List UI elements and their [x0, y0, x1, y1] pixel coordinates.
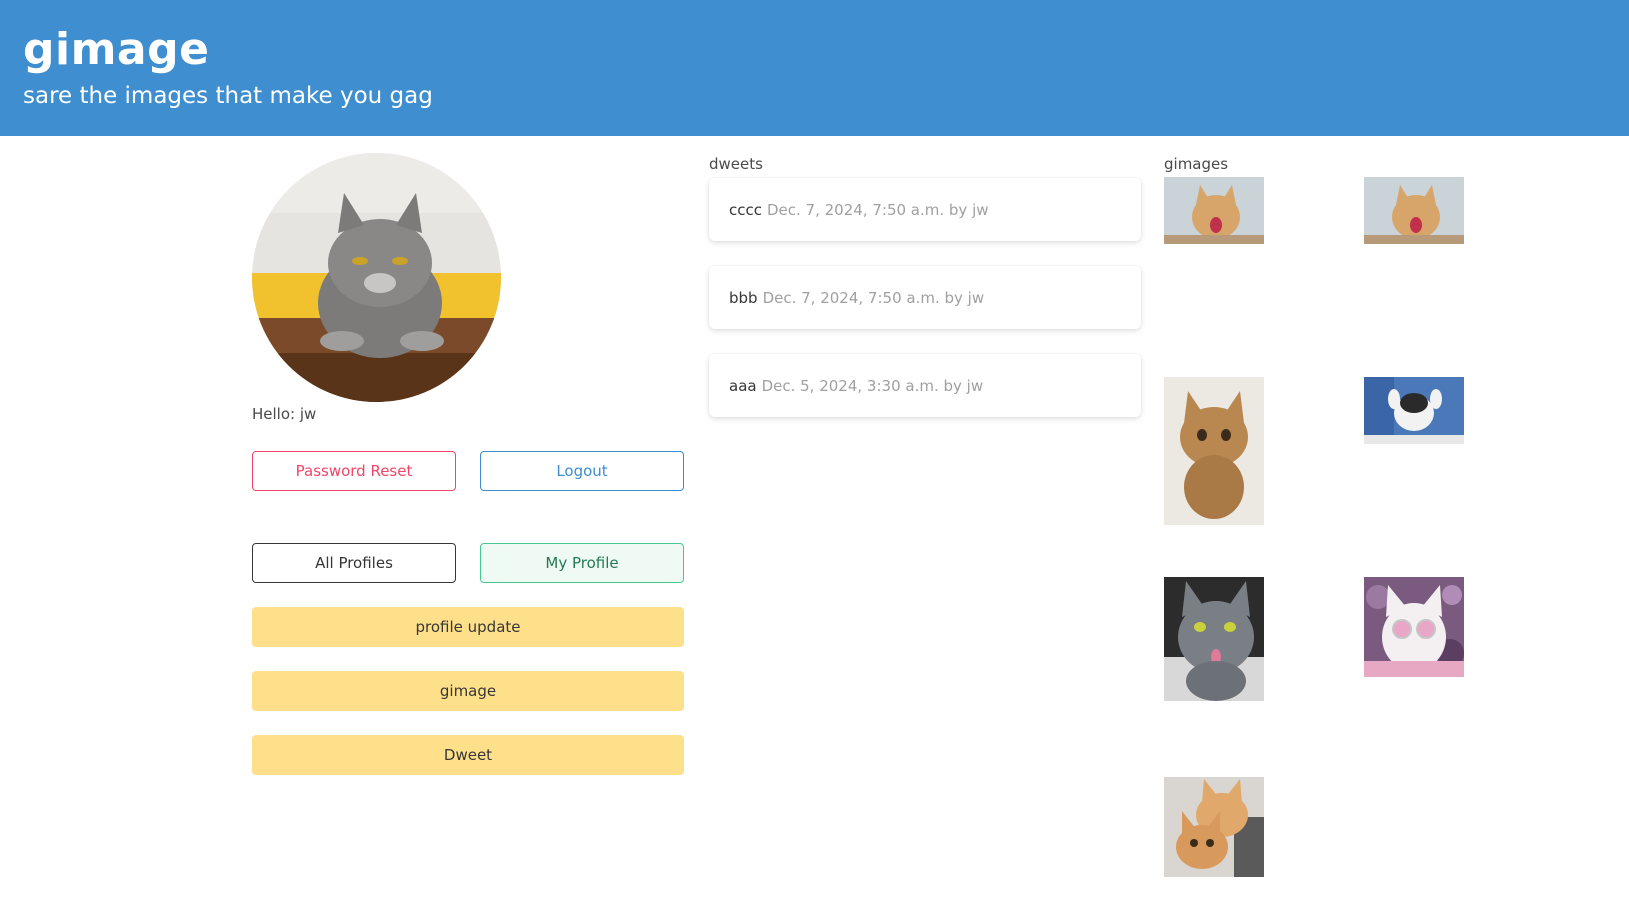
hero-header: gimage sare the images that make you gag [0, 0, 1629, 136]
dweet-card[interactable]: bbb Dec. 7, 2024, 7:50 a.m. by jw [709, 266, 1141, 329]
greeting-text: Hello: jw [252, 405, 317, 423]
gimage-thumbnail[interactable] [1164, 577, 1264, 701]
gimage-thumbnail[interactable] [1164, 777, 1264, 877]
gimage-thumbnail[interactable] [1164, 177, 1264, 244]
my-profile-button[interactable]: My Profile [480, 543, 684, 583]
password-reset-button[interactable]: Password Reset [252, 451, 456, 491]
gimage-thumbnail[interactable] [1364, 177, 1464, 244]
dweet-card[interactable]: aaa Dec. 5, 2024, 3:30 a.m. by jw [709, 354, 1141, 417]
gimage-thumbnail[interactable] [1164, 377, 1264, 525]
profile-update-button[interactable]: profile update [252, 607, 684, 647]
dweets-heading: dweets [709, 155, 763, 173]
site-title: gimage [23, 24, 210, 75]
gimage-button[interactable]: gimage [252, 671, 684, 711]
logout-button[interactable]: Logout [480, 451, 684, 491]
dweet-text: cccc [729, 200, 762, 219]
gimage-thumbnail[interactable] [1364, 377, 1464, 444]
dweet-meta: Dec. 7, 2024, 7:50 a.m. by jw [767, 200, 989, 219]
dweet-text: bbb [729, 288, 758, 307]
dweet-meta: Dec. 7, 2024, 7:50 a.m. by jw [762, 288, 985, 307]
profile-avatar [252, 153, 501, 402]
gimages-heading: gimages [1164, 155, 1229, 173]
site-subtitle: sare the images that make you gag [23, 83, 433, 109]
gimage-thumbnail[interactable] [1364, 577, 1464, 677]
dweet-text: aaa [729, 376, 757, 395]
dweet-meta: Dec. 5, 2024, 3:30 a.m. by jw [761, 376, 984, 395]
dweet-card[interactable]: cccc Dec. 7, 2024, 7:50 a.m. by jw [709, 178, 1141, 241]
all-profiles-button[interactable]: All Profiles [252, 543, 456, 583]
dweet-button[interactable]: Dweet [252, 735, 684, 775]
